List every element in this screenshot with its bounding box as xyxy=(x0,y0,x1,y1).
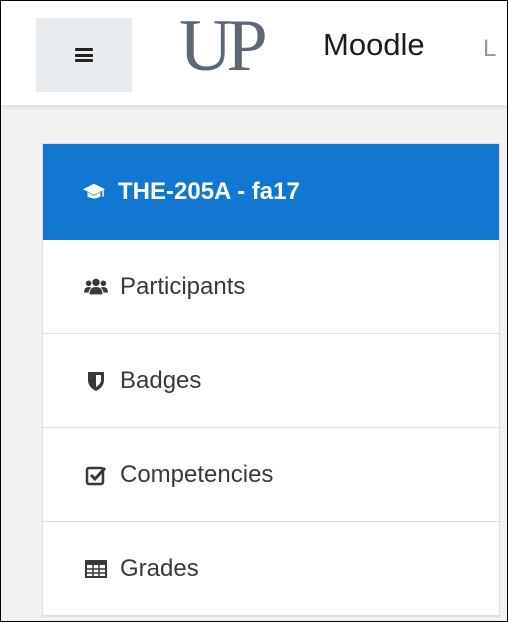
nav-item-badges[interactable]: Badges xyxy=(43,334,499,428)
graduation-cap-icon xyxy=(82,180,106,204)
up-logo[interactable]: UP xyxy=(179,9,268,83)
navbar-truncated-text: L xyxy=(483,35,497,62)
users-icon xyxy=(84,275,108,299)
app-frame: UP Moodle L THE-205A - fa17 Participants… xyxy=(0,0,508,622)
nav-item-participants[interactable]: Participants xyxy=(43,240,499,334)
hamburger-menu-button[interactable] xyxy=(36,18,132,92)
nav-item-course[interactable]: THE-205A - fa17 xyxy=(43,144,499,240)
nav-item-label: Competencies xyxy=(120,460,274,488)
nav-item-label: Badges xyxy=(120,366,202,394)
hamburger-icon xyxy=(75,48,93,62)
course-label: THE-205A - fa17 xyxy=(118,178,300,205)
check-square-icon xyxy=(84,463,108,487)
site-name[interactable]: Moodle xyxy=(323,27,425,63)
shield-icon xyxy=(84,369,108,393)
nav-item-competencies[interactable]: Competencies xyxy=(43,428,499,522)
nav-item-label: Grades xyxy=(120,554,199,582)
top-navbar: UP Moodle L xyxy=(1,1,507,106)
nav-item-label: Participants xyxy=(120,272,246,300)
table-icon xyxy=(84,557,108,581)
nav-item-grades[interactable]: Grades xyxy=(43,522,499,616)
nav-drawer: THE-205A - fa17 Participants Badges Comp… xyxy=(42,143,500,617)
